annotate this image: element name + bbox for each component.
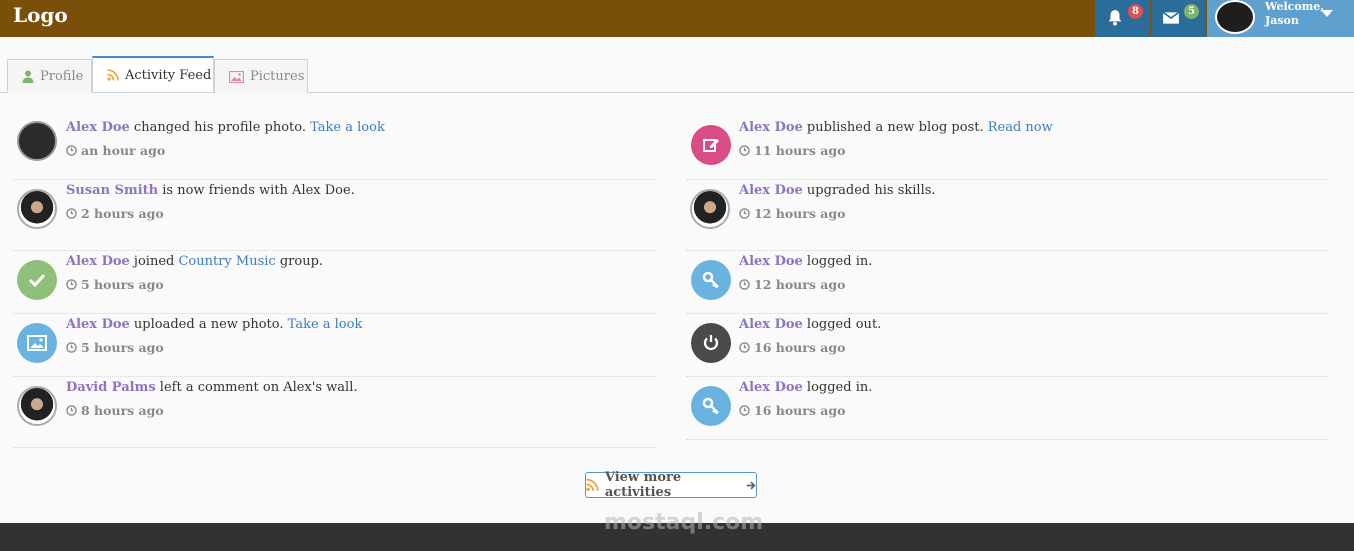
clock-icon [66,279,77,290]
messages-badge: 5 [1184,4,1199,19]
user-avatar [1215,0,1255,34]
tab-profile[interactable]: Profile [7,59,92,93]
top-navbar: Logo 8 5 Welcome, Jason [0,0,1354,37]
envelope-icon [1162,11,1180,24]
feed-item: Alex Doe logged out. 16 hours ago [686,315,1328,377]
avatar[interactable] [17,121,57,161]
rss-icon [586,478,599,492]
arrow-right-icon [746,481,756,489]
avatar[interactable] [17,189,57,229]
key-icon [691,386,731,426]
tab-pictures[interactable]: Pictures [214,59,308,93]
user-icon [22,70,34,83]
tab-profile-label: Profile [40,69,84,84]
bell-icon [1108,10,1122,26]
logo[interactable]: Logo [13,3,68,27]
notifications-badge: 8 [1128,4,1143,19]
edit-icon [691,125,731,165]
tab-pictures-label: Pictures [250,69,305,84]
avatar[interactable] [690,189,730,229]
key-icon [691,260,731,300]
view-more-label: View more activities [604,470,682,500]
image-icon [17,323,57,363]
welcome-text: Welcome, Jason [1265,0,1325,27]
feed-item: Susan Smith is now friends with Alex Doe… [13,181,655,251]
notifications-button[interactable]: 8 [1095,0,1150,37]
messages-button[interactable]: 5 [1151,0,1206,37]
avatar[interactable] [17,386,57,426]
clock-icon [66,145,77,156]
tab-activity-feed-label: Activity Feed [125,67,212,83]
clock-icon [66,208,77,219]
rss-icon [107,69,119,81]
clock-icon [66,342,77,353]
clock-icon [739,405,750,416]
feed-item: Alex Doe upgraded his skills. 12 hours a… [686,181,1328,251]
feed-item: Alex Doe published a new blog post. Read… [686,118,1328,180]
clock-icon [66,405,77,416]
image-icon [229,70,244,83]
clock-icon [739,342,750,353]
profile-tabs: Profile Activity Feed Pictures [0,56,1354,93]
feed-item: Alex Doe changed his profile photo. Take… [13,118,655,180]
clock-icon [739,208,750,219]
chevron-down-icon [1321,10,1333,17]
user-menu[interactable]: Welcome, Jason [1207,0,1354,37]
view-more-activities-button[interactable]: View more activities [585,470,757,500]
feed-item: Alex Doe uploaded a new photo. Take a lo… [13,315,655,377]
clock-icon [739,279,750,290]
watermark: mostaql.com [604,510,764,535]
check-icon [17,260,57,300]
power-icon [691,323,731,363]
feed-item: Alex Doe logged in. 12 hours ago [686,252,1328,314]
feed-item: David Palms left a comment on Alex's wal… [13,378,655,448]
feed-item: Alex Doe joined Country Music group. 5 h… [13,252,655,314]
tab-activity-feed[interactable]: Activity Feed [92,56,214,92]
clock-icon [739,145,750,156]
feed-item: Alex Doe logged in. 16 hours ago [686,378,1328,440]
